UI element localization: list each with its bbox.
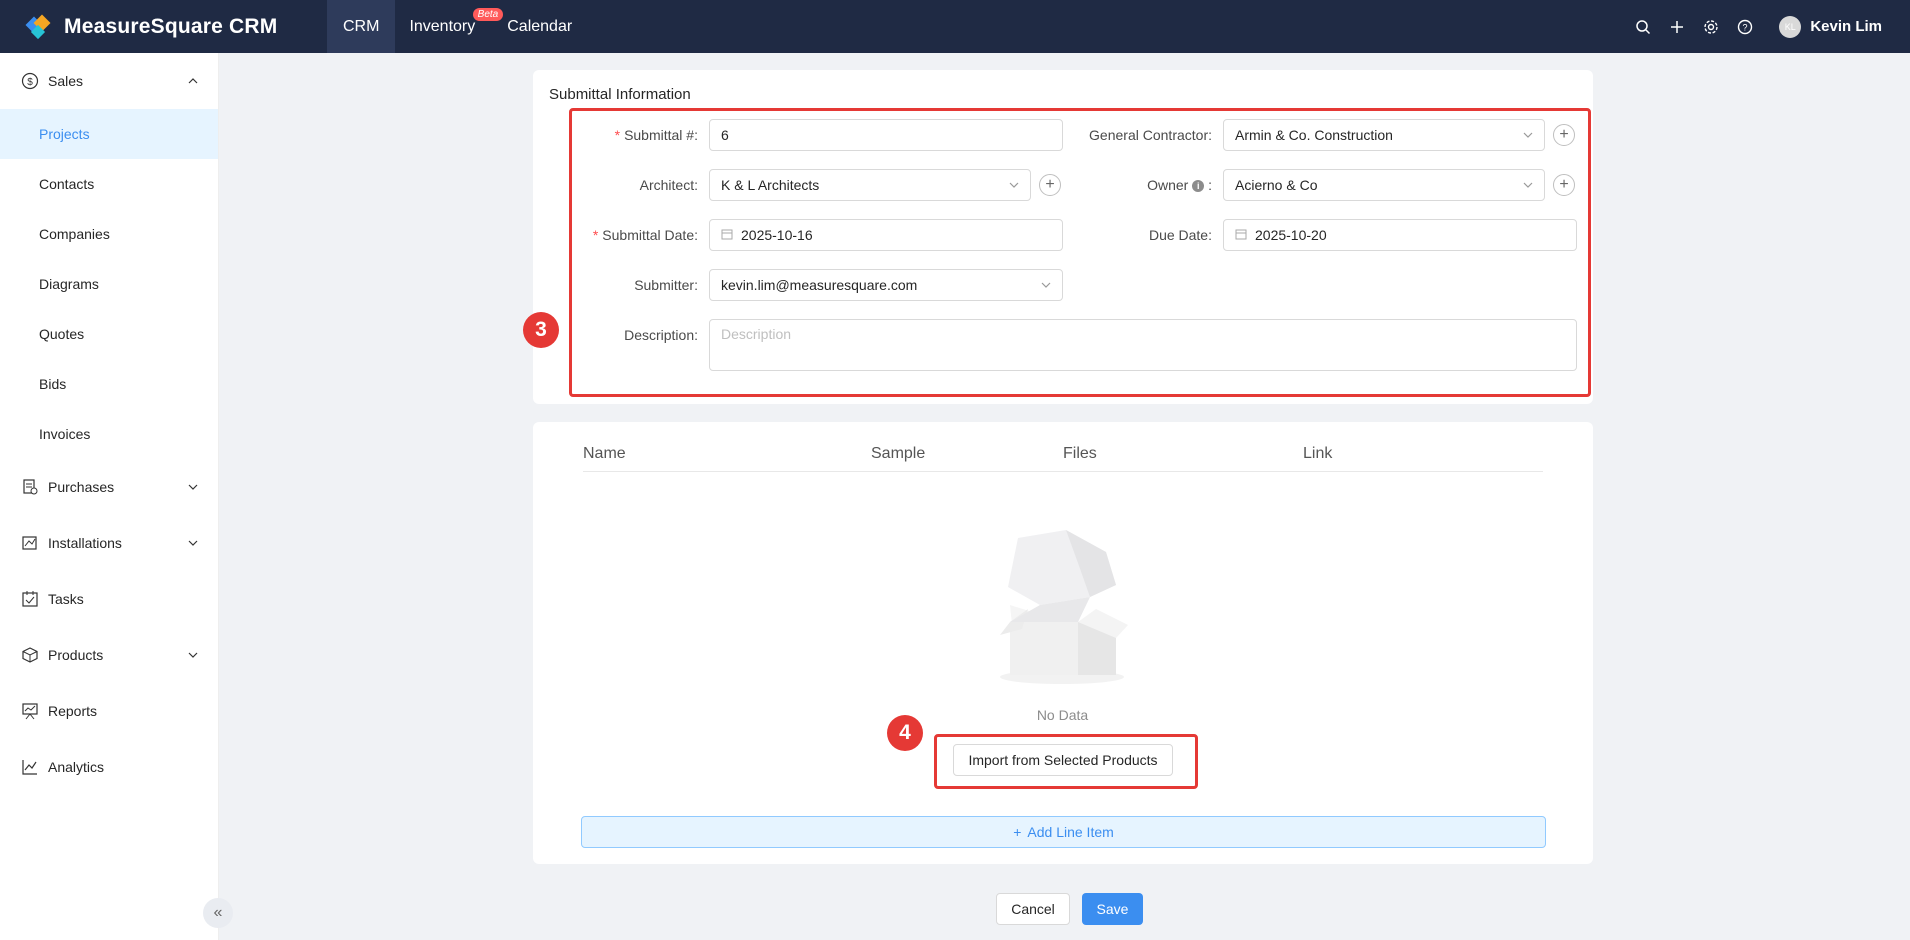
column-header-files: Files: [1063, 445, 1097, 462]
sidebar-item-label: Companies: [39, 226, 110, 242]
cancel-button[interactable]: Cancel: [996, 893, 1070, 925]
sidebar-item-label: Invoices: [39, 426, 91, 442]
sidebar-item-label: Bids: [39, 376, 67, 392]
sidebar-item-companies[interactable]: Companies: [0, 209, 218, 259]
analytics-icon: [20, 757, 40, 777]
column-header-name: Name: [583, 445, 626, 462]
sidebar-group-label: Tasks: [48, 591, 84, 607]
nav-inventory-label: Inventory: [409, 17, 476, 35]
top-navigation-bar: MeasureSquare CRM CRM Inventory Beta Cal…: [0, 0, 1910, 53]
nav-calendar-label: Calendar: [507, 17, 573, 35]
chevron-down-icon: [188, 535, 198, 551]
sidebar-item-label: Contacts: [39, 176, 95, 192]
purchase-icon: [20, 477, 40, 497]
sidebar-group-label: Installations: [48, 535, 122, 551]
help-icon[interactable]: ?: [1737, 19, 1753, 35]
sidebar-group-label: Sales: [48, 73, 84, 89]
save-button[interactable]: Save: [1082, 893, 1143, 925]
sidebar-group-reports[interactable]: Reports: [0, 683, 218, 739]
logo-icon: [25, 14, 51, 39]
column-header-sample: Sample: [871, 445, 926, 462]
collapse-sidebar-icon[interactable]: «: [203, 898, 233, 928]
sidebar-item-diagrams[interactable]: Diagrams: [0, 259, 218, 309]
settings-icon[interactable]: [1703, 19, 1719, 35]
sidebar-item-label: Projects: [39, 126, 90, 142]
column-header-link: Link: [1303, 445, 1333, 462]
sidebar-item-invoices[interactable]: Invoices: [0, 409, 218, 459]
sidebar-group-products[interactable]: Products: [0, 627, 218, 683]
annotation-step-4: 4: [887, 715, 923, 751]
sidebar-group-label: Reports: [48, 703, 98, 719]
sidebar: $ Sales Projects Contacts Companies Diag…: [0, 53, 219, 940]
sidebar-item-label: Diagrams: [39, 276, 99, 292]
sidebar-item-projects[interactable]: Projects: [0, 109, 218, 159]
reports-icon: [20, 701, 40, 721]
annotation-box-4: [934, 734, 1198, 789]
avatar: KL: [1779, 15, 1802, 38]
annotation-box-3: [569, 108, 1591, 397]
sidebar-group-label: Purchases: [48, 479, 115, 495]
nav-calendar[interactable]: Calendar: [493, 0, 586, 53]
sidebar-item-quotes[interactable]: Quotes: [0, 309, 218, 359]
chevron-down-icon: [188, 479, 198, 495]
sidebar-group-analytics[interactable]: Analytics: [0, 739, 218, 795]
cube-icon: [20, 645, 40, 665]
sidebar-item-contacts[interactable]: Contacts: [0, 159, 218, 209]
svg-text:?: ?: [1743, 22, 1748, 32]
plus-icon: +: [1013, 824, 1022, 840]
dollar-icon: $: [20, 71, 40, 91]
installation-icon: [20, 533, 40, 553]
sidebar-group-label: Analytics: [48, 759, 105, 775]
chevron-up-icon: [188, 73, 198, 89]
nav-inventory[interactable]: Inventory Beta: [395, 0, 504, 53]
app-logo[interactable]: MeasureSquare CRM: [25, 14, 327, 39]
add-line-item-button[interactable]: + Add Line Item: [581, 816, 1546, 848]
empty-box-icon: [982, 525, 1142, 685]
plus-icon[interactable]: [1669, 19, 1685, 35]
sidebar-item-bids[interactable]: Bids: [0, 359, 218, 409]
svg-text:$: $: [27, 77, 33, 88]
tasks-icon: [20, 589, 40, 609]
annotation-step-3: 3: [523, 312, 559, 348]
user-menu[interactable]: KL Kevin Lim: [1779, 15, 1882, 38]
table-header-divider: [583, 471, 1543, 472]
sidebar-group-purchases[interactable]: Purchases: [0, 459, 218, 515]
sidebar-item-label: Quotes: [39, 326, 85, 342]
sidebar-group-installations[interactable]: Installations: [0, 515, 218, 571]
nav-crm-label: CRM: [343, 17, 380, 35]
app-title: MeasureSquare CRM: [64, 14, 278, 38]
section-title: Submittal Information: [549, 86, 691, 103]
sidebar-group-label: Products: [48, 647, 104, 663]
chevron-down-icon: [188, 647, 198, 663]
sidebar-group-sales[interactable]: $ Sales: [0, 53, 218, 109]
nav-crm[interactable]: CRM: [327, 0, 396, 53]
empty-state-text: No Data: [1036, 707, 1089, 723]
add-line-item-label: Add Line Item: [1027, 824, 1114, 840]
user-name: Kevin Lim: [1810, 18, 1882, 35]
sidebar-group-tasks[interactable]: Tasks: [0, 571, 218, 627]
search-icon[interactable]: [1635, 19, 1651, 35]
